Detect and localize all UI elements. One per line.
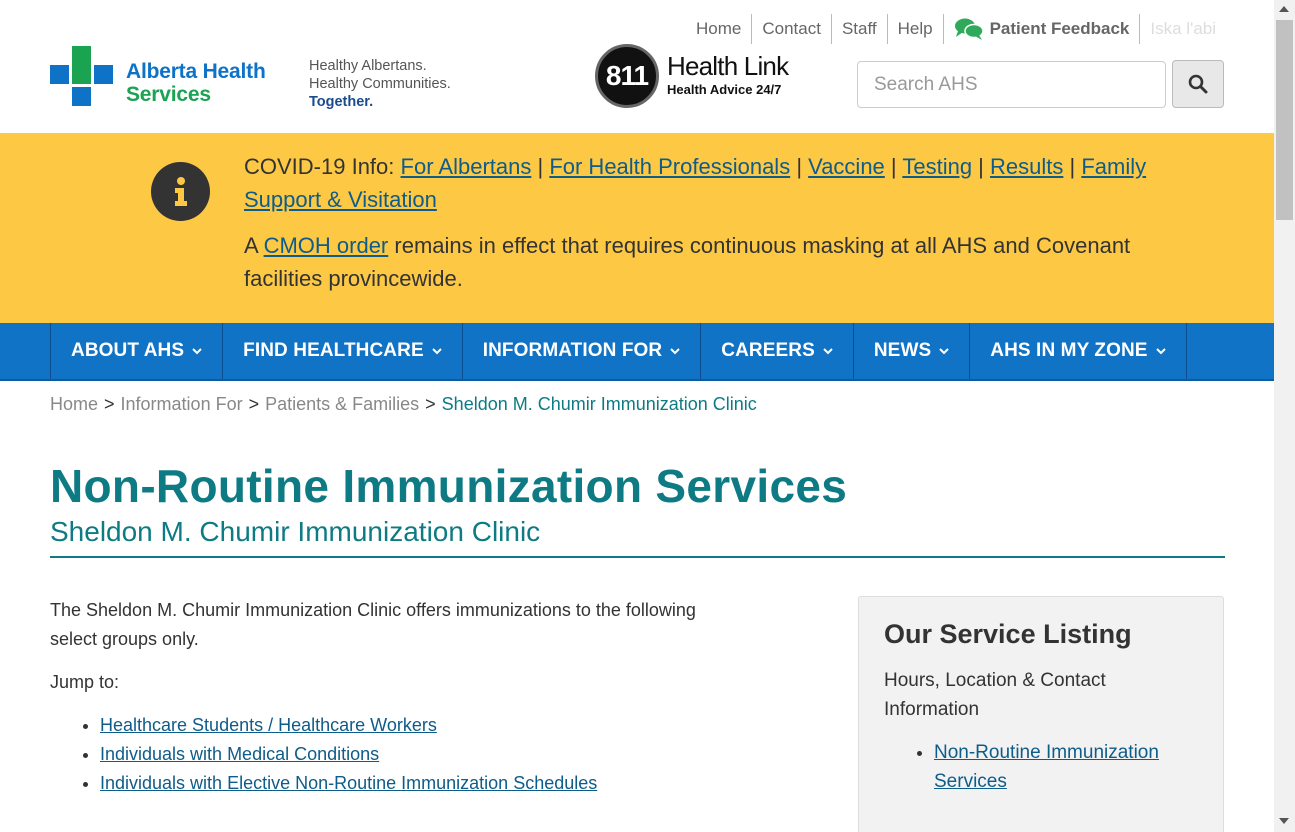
alert-link-health-professionals[interactable]: For Health Professionals [549, 154, 790, 179]
covid-info-prefix: COVID-19 Info: [244, 154, 401, 179]
alert-separator: | [1063, 154, 1082, 179]
chevron-down-icon [939, 348, 949, 355]
nav-news[interactable]: NEWS [854, 323, 971, 379]
page-scrollbar[interactable] [1274, 0, 1295, 832]
patient-feedback-link[interactable]: Patient Feedback [942, 14, 1140, 44]
service-listing-heading: Our Service Listing [884, 619, 1132, 649]
page-subtitle: Sheldon M. Chumir Immunization Clinic [50, 516, 541, 547]
masking-prefix: A [244, 233, 264, 258]
info-icon [151, 162, 210, 221]
utility-nav: Home Contact Staff Help Patient Feedback… [686, 14, 1226, 44]
alert-link-vaccine[interactable]: Vaccine [808, 154, 885, 179]
list-item: Non-Routine Immunization Services [934, 738, 1204, 796]
title-divider [50, 556, 1225, 558]
jump-link-medical-conditions[interactable]: Individuals with Medical Conditions [100, 744, 379, 764]
tagline-line3: Together. [309, 94, 374, 110]
alert-link-albertans[interactable]: For Albertans [401, 154, 532, 179]
search-button[interactable] [1172, 60, 1224, 108]
breadcrumb-information-for[interactable]: Information For [121, 394, 243, 414]
nav-label: NEWS [873, 340, 932, 361]
nav-label: AHS IN MY ZONE [990, 340, 1148, 361]
chevron-down-icon [670, 348, 680, 355]
covid-info-line: COVID-19 Info: For Albertans | For Healt… [244, 150, 1184, 216]
patient-feedback-label: Patient Feedback [989, 19, 1130, 38]
list-item: Healthcare Students / Healthcare Workers [100, 711, 730, 740]
utility-link-contact[interactable]: Contact [751, 14, 831, 44]
service-listing-text: Hours, Location & Contact Information [884, 670, 1106, 720]
breadcrumb: Home > Information For > Patients & Families… [50, 394, 757, 415]
nav-careers[interactable]: CAREERS [701, 323, 854, 379]
alert-separator: | [972, 154, 991, 179]
jump-link-elective-schedules[interactable]: Individuals with Elective Non-Routine Im… [100, 773, 597, 793]
chat-bubbles-icon [954, 18, 984, 40]
scroll-down-arrow-icon[interactable] [1279, 818, 1289, 824]
health-link-logo[interactable]: 811 Health Link Health Advice 24/7 [595, 44, 795, 108]
logo-line1: Alberta Health [126, 60, 266, 83]
logo-line2: Services [126, 83, 211, 106]
ahs-logo[interactable]: Alberta Health Services [50, 46, 270, 110]
alert-separator: | [790, 154, 809, 179]
alert-link-testing[interactable]: Testing [902, 154, 972, 179]
main-nav: ABOUT AHS FIND HEALTHCARE INFORMATION FO… [0, 323, 1274, 381]
nav-information-for[interactable]: INFORMATION FOR [463, 323, 702, 379]
utility-link-staff[interactable]: Staff [830, 14, 887, 44]
jump-to-label: Jump to: [50, 672, 120, 692]
logo-wordmark: Alberta Health Services [126, 60, 266, 106]
jump-links-list: Healthcare Students / Healthcare Workers… [50, 711, 730, 798]
main-content: The Sheldon M. Chumir Immunization Clini… [50, 596, 730, 798]
nav-label: INFORMATION FOR [482, 340, 663, 361]
list-item: Individuals with Elective Non-Routine Im… [100, 769, 730, 798]
nav-label: ABOUT AHS [71, 340, 185, 361]
breadcrumb-patients-families[interactable]: Patients & Families [265, 394, 419, 414]
breadcrumb-separator: > [425, 394, 436, 414]
nav-find-healthcare[interactable]: FIND HEALTHCARE [223, 323, 463, 379]
chevron-down-icon [192, 348, 202, 355]
scroll-up-arrow-icon[interactable] [1279, 6, 1289, 12]
site-header: Alberta Health Services Healthy Albertan… [0, 0, 1274, 133]
cmoh-order-link[interactable]: CMOH order [264, 233, 389, 258]
jump-link-healthcare-students[interactable]: Healthcare Students / Healthcare Workers [100, 715, 437, 735]
tagline-line1: Healthy Albertans. [309, 58, 427, 74]
utility-link-home[interactable]: Home [686, 14, 751, 44]
list-item: Individuals with Medical Conditions [100, 740, 730, 769]
health-link-title: Health Link [667, 51, 789, 81]
search-input[interactable] [857, 61, 1166, 108]
alert-link-results[interactable]: Results [990, 154, 1063, 179]
alert-separator: | [531, 154, 550, 179]
service-link-non-routine-immunization[interactable]: Non-Routine Immunization Services [934, 742, 1159, 792]
breadcrumb-separator: > [248, 394, 260, 414]
health-link-number: 811 [595, 44, 659, 108]
service-listing-panel: Our Service Listing Hours, Location & Co… [858, 596, 1224, 832]
breadcrumb-current: Sheldon M. Chumir Immunization Clinic [441, 394, 757, 414]
health-link-subtitle: Health Advice 24/7 [667, 82, 782, 97]
alert-separator: | [884, 154, 903, 179]
ahs-cross-icon [50, 46, 116, 108]
service-listing-links: Non-Routine Immunization Services [934, 738, 1204, 796]
chevron-down-icon [823, 348, 833, 355]
intro-paragraph: The Sheldon M. Chumir Immunization Clini… [50, 600, 696, 649]
breadcrumb-separator: > [104, 394, 115, 414]
page-title: Non-Routine Immunization Services [50, 460, 848, 512]
chevron-down-icon [1155, 348, 1166, 355]
tagline-line2: Healthy Communities. [309, 76, 451, 92]
nav-ahs-in-my-zone[interactable]: AHS IN MY ZONE [970, 323, 1187, 379]
nav-label: FIND HEALTHCARE [243, 340, 424, 361]
language-link[interactable]: Iska l'abi [1139, 14, 1226, 44]
nav-label: CAREERS [721, 340, 815, 361]
utility-link-help[interactable]: Help [886, 14, 943, 44]
masking-notice: A CMOH order remains in effect that requ… [244, 229, 1184, 295]
alert-content: COVID-19 Info: For Albertans | For Healt… [244, 150, 1184, 308]
search-icon [1188, 74, 1208, 94]
nav-about-ahs[interactable]: ABOUT AHS [51, 323, 224, 379]
chevron-down-icon [432, 348, 442, 355]
breadcrumb-home[interactable]: Home [50, 394, 98, 414]
tagline: Healthy Albertans. Healthy Communities. … [309, 57, 451, 111]
scrollbar-thumb[interactable] [1276, 20, 1293, 220]
